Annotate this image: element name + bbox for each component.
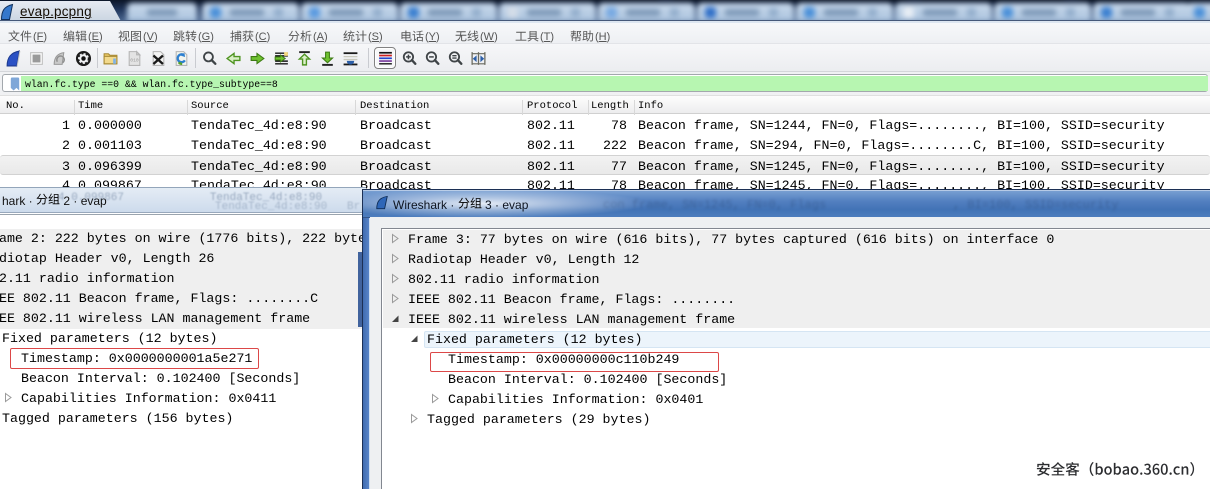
svg-text:010: 010 (130, 57, 139, 63)
